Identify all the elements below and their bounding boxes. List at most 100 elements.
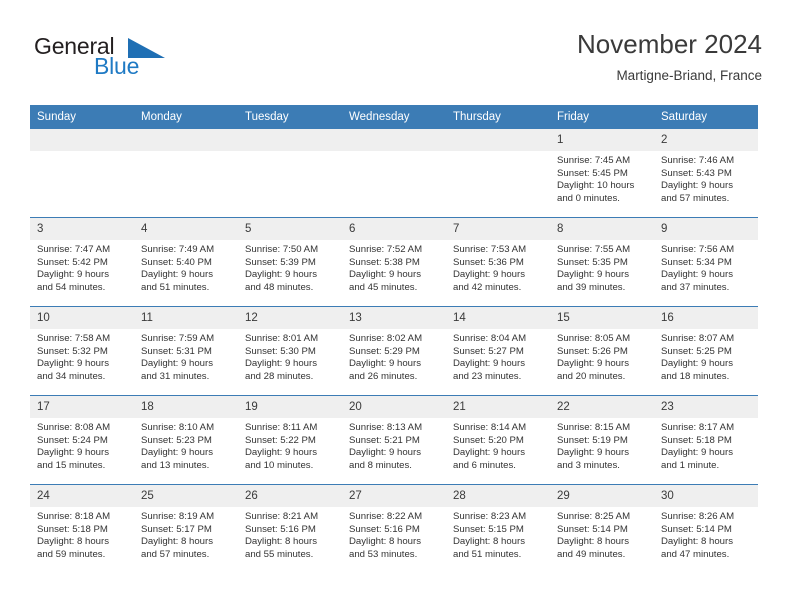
day-number: 25	[134, 485, 238, 507]
day-cell[interactable]: 17 Sunrise: 8:08 AM Sunset: 5:24 PM Dayl…	[30, 395, 134, 485]
day-cell[interactable]: 30 Sunrise: 8:26 AM Sunset: 5:14 PM Dayl…	[654, 484, 758, 573]
day-number	[446, 129, 550, 151]
week-row: 1 Sunrise: 7:45 AM Sunset: 5:45 PM Dayli…	[30, 129, 758, 218]
day-cell[interactable]: 4 Sunrise: 7:49 AM Sunset: 5:40 PM Dayli…	[134, 217, 238, 307]
day-cell[interactable]: 5 Sunrise: 7:50 AM Sunset: 5:39 PM Dayli…	[238, 217, 342, 307]
day-cell[interactable]: 16 Sunrise: 8:07 AM Sunset: 5:25 PM Dayl…	[654, 306, 758, 396]
day-number: 4	[134, 218, 238, 240]
day-cell[interactable]: 7 Sunrise: 7:53 AM Sunset: 5:36 PM Dayli…	[446, 217, 550, 307]
day-number: 28	[446, 485, 550, 507]
day-cell[interactable]	[30, 129, 134, 218]
day-number: 13	[342, 307, 446, 329]
day-cell[interactable]: 24 Sunrise: 8:18 AM Sunset: 5:18 PM Dayl…	[30, 484, 134, 573]
day-details: Sunrise: 8:17 AM Sunset: 5:18 PM Dayligh…	[661, 422, 735, 471]
day-details: Sunrise: 7:45 AM Sunset: 5:45 PM Dayligh…	[557, 155, 635, 204]
day-number: 8	[550, 218, 654, 240]
day-details: Sunrise: 7:47 AM Sunset: 5:42 PM Dayligh…	[37, 244, 111, 293]
day-number	[30, 129, 134, 151]
day-cell[interactable]: 25 Sunrise: 8:19 AM Sunset: 5:17 PM Dayl…	[134, 484, 238, 573]
day-cell[interactable]: 13 Sunrise: 8:02 AM Sunset: 5:29 PM Dayl…	[342, 306, 446, 396]
day-cell[interactable]: 6 Sunrise: 7:52 AM Sunset: 5:38 PM Dayli…	[342, 217, 446, 307]
day-cell[interactable]: 3 Sunrise: 7:47 AM Sunset: 5:42 PM Dayli…	[30, 217, 134, 307]
day-number: 3	[30, 218, 134, 240]
day-cell[interactable]: 15 Sunrise: 8:05 AM Sunset: 5:26 PM Dayl…	[550, 306, 654, 396]
day-details: Sunrise: 7:58 AM Sunset: 5:32 PM Dayligh…	[37, 333, 111, 382]
day-cell[interactable]: 9 Sunrise: 7:56 AM Sunset: 5:34 PM Dayli…	[654, 217, 758, 307]
day-cell[interactable]	[238, 129, 342, 218]
day-number: 27	[342, 485, 446, 507]
day-cell[interactable]: 21 Sunrise: 8:14 AM Sunset: 5:20 PM Dayl…	[446, 395, 550, 485]
week-row: 10 Sunrise: 7:58 AM Sunset: 5:32 PM Dayl…	[30, 306, 758, 396]
day-details: Sunrise: 8:04 AM Sunset: 5:27 PM Dayligh…	[453, 333, 527, 382]
day-details: Sunrise: 8:05 AM Sunset: 5:26 PM Dayligh…	[557, 333, 631, 382]
day-details: Sunrise: 7:50 AM Sunset: 5:39 PM Dayligh…	[245, 244, 319, 293]
day-number: 26	[238, 485, 342, 507]
day-number: 5	[238, 218, 342, 240]
day-details: Sunrise: 8:18 AM Sunset: 5:18 PM Dayligh…	[37, 511, 111, 560]
day-number: 15	[550, 307, 654, 329]
day-cell[interactable]: 12 Sunrise: 8:01 AM Sunset: 5:30 PM Dayl…	[238, 306, 342, 396]
day-number: 29	[550, 485, 654, 507]
day-details: Sunrise: 8:23 AM Sunset: 5:15 PM Dayligh…	[453, 511, 527, 560]
day-cell[interactable]: 22 Sunrise: 8:15 AM Sunset: 5:19 PM Dayl…	[550, 395, 654, 485]
day-cell[interactable]: 18 Sunrise: 8:10 AM Sunset: 5:23 PM Dayl…	[134, 395, 238, 485]
weekday-header-thursday: Thursday	[446, 105, 550, 129]
day-cell[interactable]	[134, 129, 238, 218]
day-number: 30	[654, 485, 758, 507]
day-cell[interactable]: 23 Sunrise: 8:17 AM Sunset: 5:18 PM Dayl…	[654, 395, 758, 485]
day-cell[interactable]: 10 Sunrise: 7:58 AM Sunset: 5:32 PM Dayl…	[30, 306, 134, 396]
weekday-header-wednesday: Wednesday	[342, 105, 446, 129]
page-header: General Blue November 2024 Martigne-Bria…	[30, 28, 762, 98]
day-cell[interactable]: 11 Sunrise: 7:59 AM Sunset: 5:31 PM Dayl…	[134, 306, 238, 396]
weekday-header-monday: Monday	[134, 105, 238, 129]
day-details: Sunrise: 8:26 AM Sunset: 5:14 PM Dayligh…	[661, 511, 735, 560]
week-row: 24 Sunrise: 8:18 AM Sunset: 5:18 PM Dayl…	[30, 484, 758, 573]
day-number	[342, 129, 446, 151]
weekday-header-saturday: Saturday	[654, 105, 758, 129]
day-number: 19	[238, 396, 342, 418]
weekday-header-friday: Friday	[550, 105, 654, 129]
day-number: 24	[30, 485, 134, 507]
day-details: Sunrise: 7:53 AM Sunset: 5:36 PM Dayligh…	[453, 244, 527, 293]
weekday-header-tuesday: Tuesday	[238, 105, 342, 129]
day-cell[interactable]	[446, 129, 550, 218]
day-cell[interactable]: 26 Sunrise: 8:21 AM Sunset: 5:16 PM Dayl…	[238, 484, 342, 573]
brand-logo[interactable]: General Blue	[34, 34, 264, 90]
day-details: Sunrise: 8:11 AM Sunset: 5:22 PM Dayligh…	[245, 422, 318, 471]
day-cell[interactable]	[342, 129, 446, 218]
day-cell[interactable]: 14 Sunrise: 8:04 AM Sunset: 5:27 PM Dayl…	[446, 306, 550, 396]
day-details: Sunrise: 8:08 AM Sunset: 5:24 PM Dayligh…	[37, 422, 111, 471]
day-details: Sunrise: 8:25 AM Sunset: 5:14 PM Dayligh…	[557, 511, 631, 560]
day-cell[interactable]: 1 Sunrise: 7:45 AM Sunset: 5:45 PM Dayli…	[550, 129, 654, 218]
day-number: 21	[446, 396, 550, 418]
blue-triangle-flag-icon	[128, 38, 165, 58]
day-number: 20	[342, 396, 446, 418]
day-cell[interactable]: 19 Sunrise: 8:11 AM Sunset: 5:22 PM Dayl…	[238, 395, 342, 485]
day-details: Sunrise: 8:22 AM Sunset: 5:16 PM Dayligh…	[349, 511, 423, 560]
day-details: Sunrise: 7:55 AM Sunset: 5:35 PM Dayligh…	[557, 244, 631, 293]
day-number	[238, 129, 342, 151]
day-details: Sunrise: 7:49 AM Sunset: 5:40 PM Dayligh…	[141, 244, 215, 293]
day-cell[interactable]: 29 Sunrise: 8:25 AM Sunset: 5:14 PM Dayl…	[550, 484, 654, 573]
day-cell[interactable]: 8 Sunrise: 7:55 AM Sunset: 5:35 PM Dayli…	[550, 217, 654, 307]
week-row: 3 Sunrise: 7:47 AM Sunset: 5:42 PM Dayli…	[30, 217, 758, 307]
location-subtitle: Martigne-Briand, France	[616, 68, 762, 83]
day-number: 9	[654, 218, 758, 240]
day-cell[interactable]: 27 Sunrise: 8:22 AM Sunset: 5:16 PM Dayl…	[342, 484, 446, 573]
day-number: 6	[342, 218, 446, 240]
weekday-header-row: Sunday Monday Tuesday Wednesday Thursday…	[30, 105, 758, 129]
day-details: Sunrise: 7:52 AM Sunset: 5:38 PM Dayligh…	[349, 244, 423, 293]
day-number: 18	[134, 396, 238, 418]
day-details: Sunrise: 8:19 AM Sunset: 5:17 PM Dayligh…	[141, 511, 215, 560]
day-details: Sunrise: 8:01 AM Sunset: 5:30 PM Dayligh…	[245, 333, 319, 382]
day-details: Sunrise: 8:14 AM Sunset: 5:20 PM Dayligh…	[453, 422, 527, 471]
day-cell[interactable]: 20 Sunrise: 8:13 AM Sunset: 5:21 PM Dayl…	[342, 395, 446, 485]
day-cell[interactable]: 2 Sunrise: 7:46 AM Sunset: 5:43 PM Dayli…	[654, 129, 758, 218]
day-number: 7	[446, 218, 550, 240]
calendar-header-row-group: Sunday Monday Tuesday Wednesday Thursday…	[30, 105, 758, 129]
day-number: 16	[654, 307, 758, 329]
day-details: Sunrise: 7:46 AM Sunset: 5:43 PM Dayligh…	[661, 155, 735, 204]
day-details: Sunrise: 7:56 AM Sunset: 5:34 PM Dayligh…	[661, 244, 735, 293]
day-details: Sunrise: 8:02 AM Sunset: 5:29 PM Dayligh…	[349, 333, 423, 382]
day-cell[interactable]: 28 Sunrise: 8:23 AM Sunset: 5:15 PM Dayl…	[446, 484, 550, 573]
